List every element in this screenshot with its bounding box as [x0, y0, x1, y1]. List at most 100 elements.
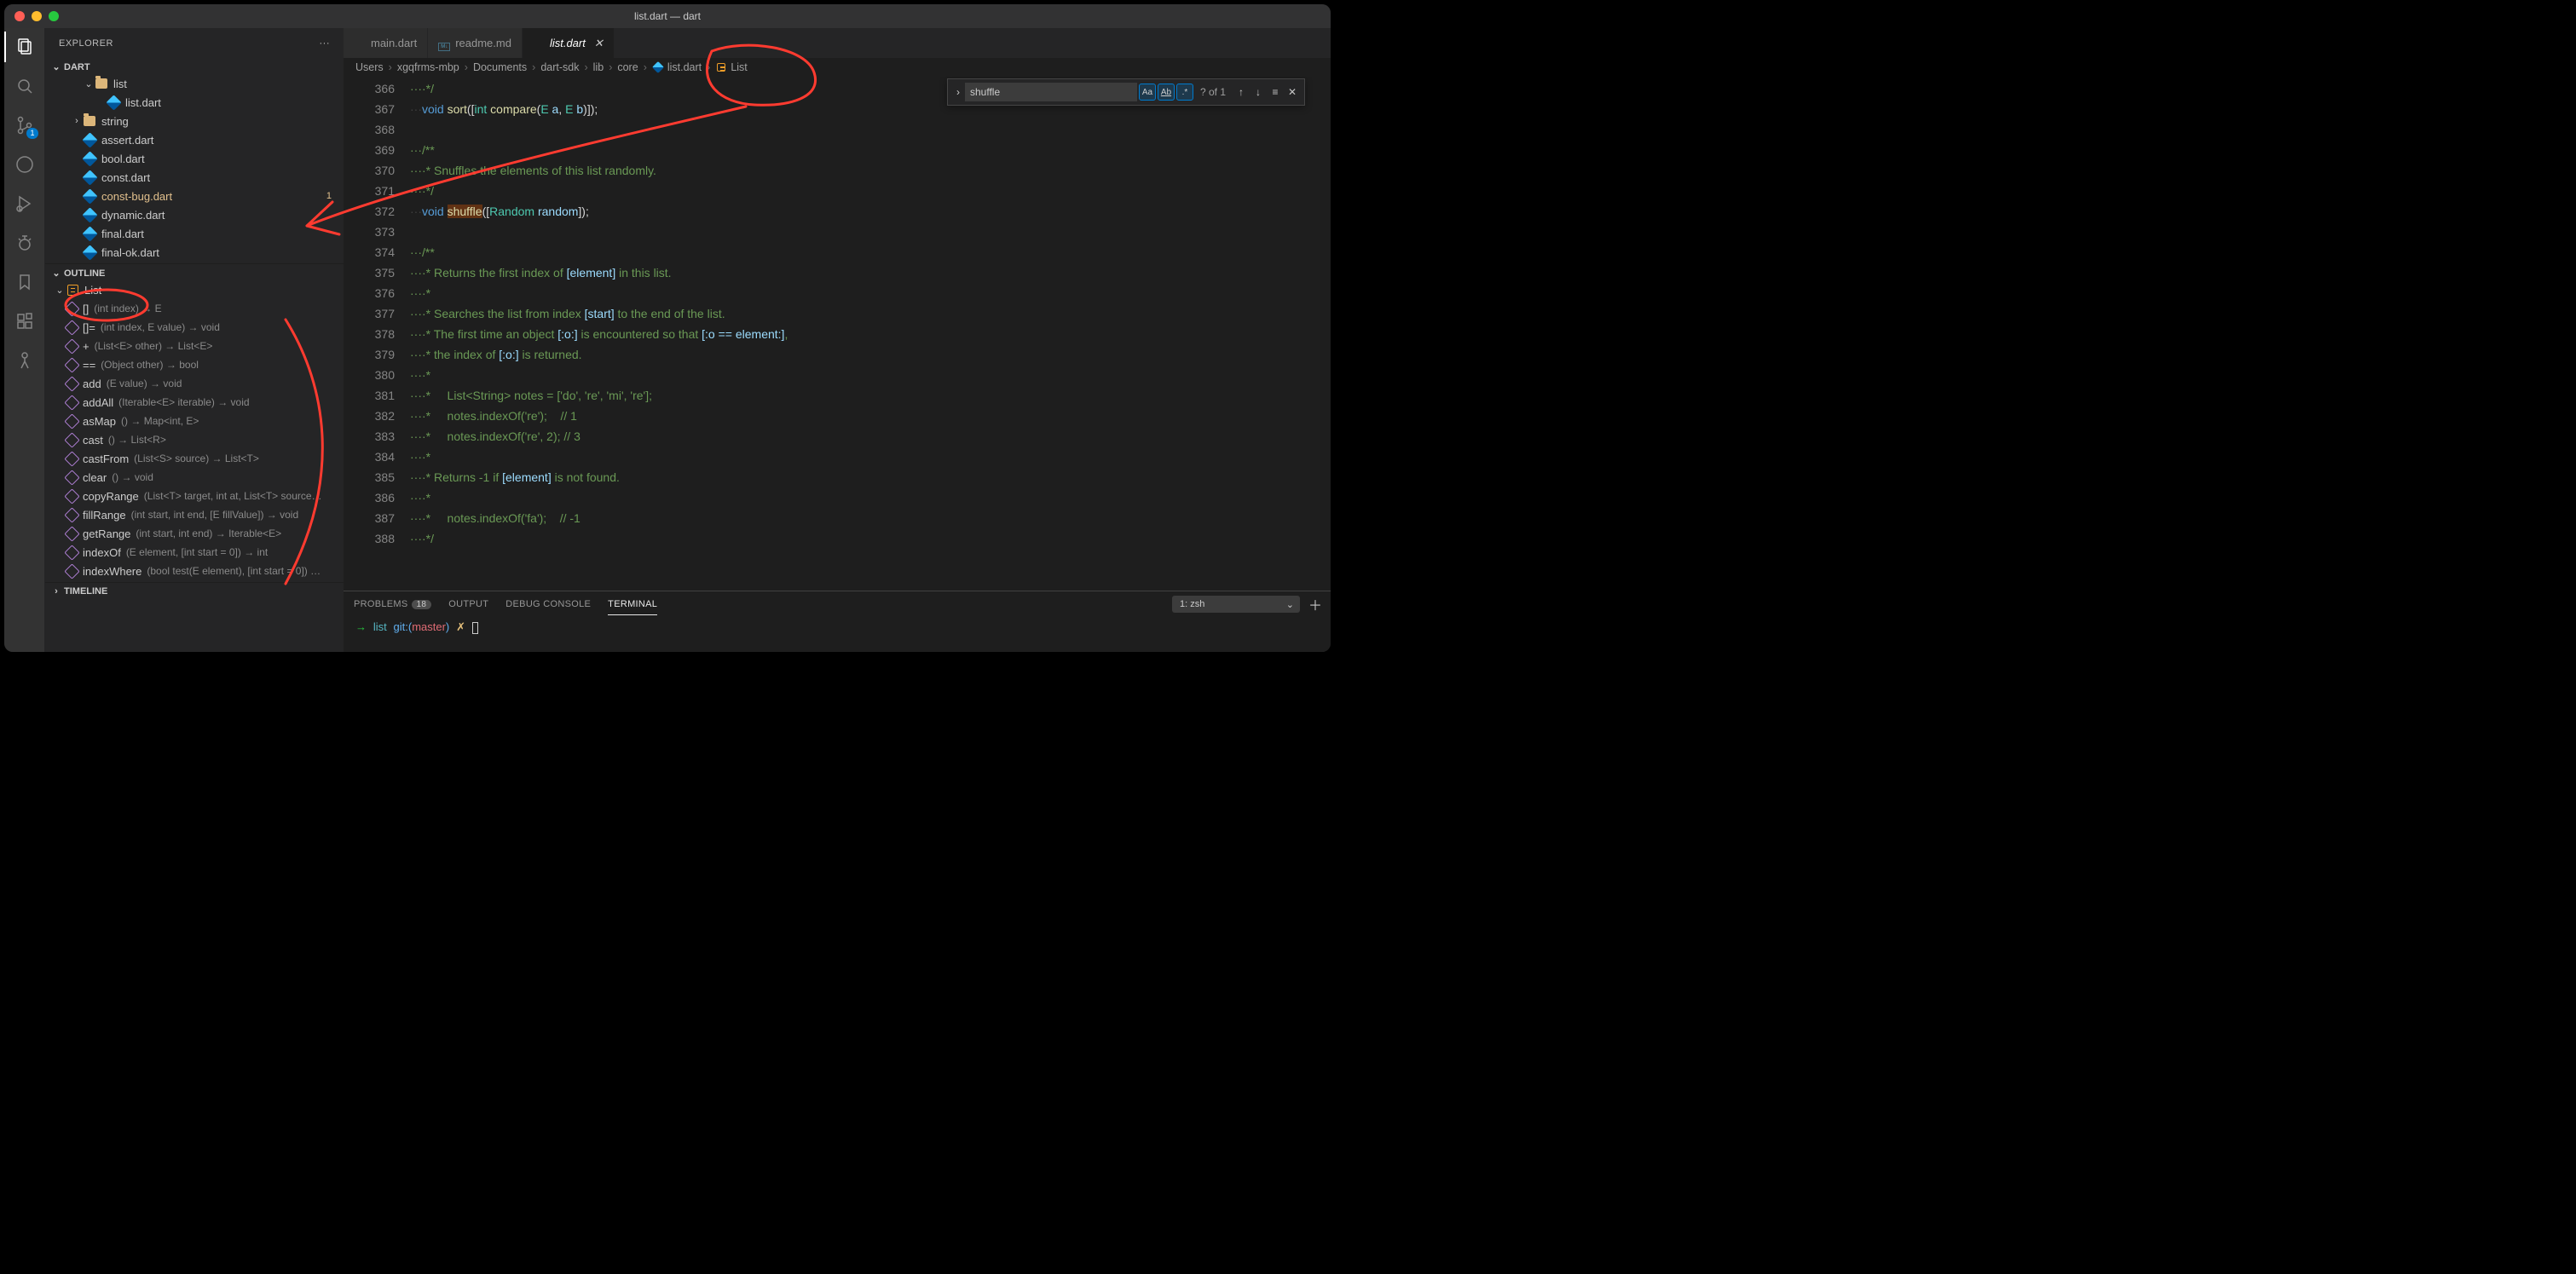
file-item[interactable]: const.dart: [45, 168, 344, 187]
outline-item[interactable]: []=(int index, E value) → void: [45, 318, 344, 337]
outline-item[interactable]: indexOf(E element, [int start = 0]) → in…: [45, 543, 344, 562]
outline-header[interactable]: ⌄ OUTLINE: [45, 266, 344, 280]
method-icon: [66, 434, 78, 446]
breadcrumb-item[interactable]: dart-sdk: [540, 61, 579, 73]
file-item[interactable]: list.dart: [45, 93, 344, 112]
tab-close-icon[interactable]: ✕: [594, 37, 604, 50]
method-icon: [66, 527, 78, 539]
zoom-window-button[interactable]: [49, 11, 59, 21]
tree-item-label: const-bug.dart: [101, 190, 172, 203]
panel-tab[interactable]: OUTPUT: [448, 594, 488, 614]
breadcrumb-item[interactable]: list.dart: [667, 61, 702, 73]
outline-item[interactable]: clear() → void: [45, 468, 344, 487]
terminal-add-icon[interactable]: ＋: [1308, 594, 1322, 614]
explorer-project-header[interactable]: ⌄ DART: [45, 60, 344, 74]
editor[interactable]: 3663673683693703713723733743753763773783…: [344, 77, 1331, 591]
outline-name: ==: [83, 359, 95, 372]
find-selection-icon[interactable]: ≡: [1267, 86, 1284, 98]
code-area[interactable]: ····*/···void sort([int compare(E a, E b…: [410, 77, 1315, 591]
folder-icon: [83, 114, 96, 128]
file-item[interactable]: bool.dart: [45, 149, 344, 168]
method-icon: [66, 303, 78, 314]
dart-file-icon: [107, 95, 120, 109]
outline-item[interactable]: asMap() → Map<int, E>: [45, 412, 344, 430]
tab[interactable]: list.dart ✕: [523, 28, 615, 58]
outline-item[interactable]: cast() → List<R>: [45, 430, 344, 449]
find-input[interactable]: [965, 83, 1137, 101]
sidebar: EXPLORER ··· ⌄ DART ⌄listlist.dart›strin…: [45, 28, 344, 652]
editor-group: main.dartM↓readme.md list.dart ✕ Users › xgq…: [344, 28, 1331, 652]
outline-item[interactable]: indexWhere(bool test(E element), [int st…: [45, 562, 344, 580]
chevron-right-icon: ›: [585, 61, 588, 73]
prompt-dirty-flag: ✗: [456, 620, 465, 633]
file-item[interactable]: final-ok.dart: [45, 243, 344, 262]
outline-item[interactable]: castFrom(List<S> source) → List<T>: [45, 449, 344, 468]
prompt-branch: master: [412, 620, 446, 633]
file-item[interactable]: assert.dart: [45, 130, 344, 149]
dart-file-icon: [83, 189, 96, 203]
folder-item[interactable]: ›string: [45, 112, 344, 130]
breadcrumb-item[interactable]: Documents: [473, 61, 527, 73]
file-item[interactable]: const-bug.dart: [45, 187, 344, 205]
find-toggle-replace-icon[interactable]: ›: [951, 86, 965, 98]
minimap[interactable]: [1315, 77, 1331, 591]
outline-item[interactable]: getRange(int start, int end) → Iterable<…: [45, 524, 344, 543]
panel: PROBLEMS18 OUTPUT DEBUG CONSOLE TERMINAL 1:…: [344, 591, 1331, 652]
activity-run-icon[interactable]: [13, 192, 37, 216]
prompt-git-label: git:(: [394, 620, 413, 633]
outline-item[interactable]: fillRange(int start, int end, [E fillVal…: [45, 505, 344, 524]
activity-remote-icon[interactable]: [13, 349, 37, 372]
outline-item[interactable]: copyRange(List<T> target, int at, List<T…: [45, 487, 344, 505]
panel-tabs: PROBLEMS18 OUTPUT DEBUG CONSOLE TERMINAL 1:…: [344, 591, 1331, 617]
breadcrumb-item[interactable]: Users: [355, 61, 384, 73]
activity-test-icon[interactable]: [13, 231, 37, 255]
timeline-header[interactable]: › TIMELINE: [45, 585, 344, 598]
panel-tab[interactable]: PROBLEMS18: [354, 594, 431, 614]
activity-debug-icon[interactable]: [13, 153, 37, 176]
folder-item[interactable]: ⌄ list: [45, 74, 344, 93]
find-close-icon[interactable]: ✕: [1284, 86, 1301, 98]
dart-file-icon: [83, 245, 96, 259]
explorer-more-icon[interactable]: ···: [320, 38, 331, 49]
panel-tab[interactable]: TERMINAL: [608, 594, 657, 615]
breadcrumb-item[interactable]: lib: [593, 61, 604, 73]
activity-scm-icon[interactable]: 1: [13, 113, 37, 137]
activity-extensions-icon[interactable]: [13, 309, 37, 333]
tab[interactable]: M↓readme.md: [428, 28, 523, 58]
terminal[interactable]: → list git:(master) ✗: [344, 617, 1331, 652]
breadcrumb-item[interactable]: List: [731, 61, 747, 73]
outline-item[interactable]: add(E value) → void: [45, 374, 344, 393]
outline-signature: (List<S> source) → List<T>: [134, 453, 259, 464]
outline-signature: (int start, int end) → Iterable<E>: [136, 527, 281, 539]
terminal-select[interactable]: 1: zsh: [1172, 596, 1300, 613]
breadcrumb[interactable]: Users›xgqfrms-mbp›Documents›dart-sdk›lib…: [344, 58, 1331, 77]
find-whole-word-icon[interactable]: Ab: [1158, 84, 1175, 101]
outline-item[interactable]: [](int index) → E: [45, 299, 344, 318]
find-next-icon[interactable]: ↓: [1250, 86, 1267, 98]
find-prev-icon[interactable]: ↑: [1233, 86, 1250, 98]
tab-label: list.dart: [550, 37, 586, 49]
twistie-icon: ⌄: [83, 78, 95, 89]
outline-signature: (int index) → E: [94, 303, 161, 314]
find-regex-icon[interactable]: .*: [1176, 84, 1193, 101]
outline-item[interactable]: addAll(Iterable<E> iterable) → void: [45, 393, 344, 412]
outline-root-label: List: [84, 284, 101, 297]
activity-search-icon[interactable]: [13, 74, 37, 98]
outline-item[interactable]: ==(Object other) → bool: [45, 355, 344, 374]
tab[interactable]: main.dart: [344, 28, 428, 58]
minimize-window-button[interactable]: [32, 11, 42, 21]
activity-explorer-icon[interactable]: [13, 35, 37, 59]
breadcrumb-item[interactable]: xgqfrms-mbp: [397, 61, 459, 73]
outline-root[interactable]: ⌄ List: [45, 280, 344, 299]
breadcrumb-item[interactable]: core: [617, 61, 638, 73]
tree-item-label: list: [113, 78, 127, 90]
timeline-section: › TIMELINE: [45, 582, 344, 600]
file-item[interactable]: final.dart: [45, 224, 344, 243]
chevron-down-icon: ⌄: [50, 61, 62, 72]
close-window-button[interactable]: [14, 11, 25, 21]
file-item[interactable]: dynamic.dart: [45, 205, 344, 224]
outline-item[interactable]: +(List<E> other) → List<E>: [45, 337, 344, 355]
activity-bookmark-icon[interactable]: [13, 270, 37, 294]
find-match-case-icon[interactable]: Aa: [1139, 84, 1156, 101]
panel-tab[interactable]: DEBUG CONSOLE: [505, 594, 591, 614]
